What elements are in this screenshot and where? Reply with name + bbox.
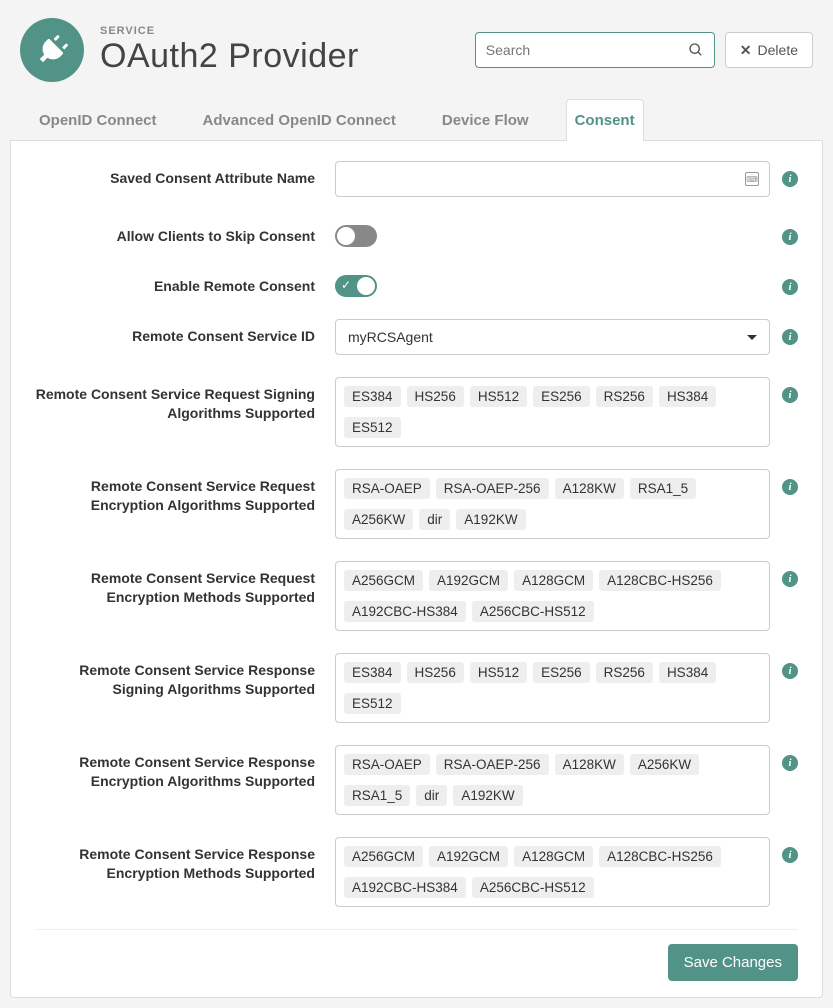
tag[interactable]: A128GCM	[514, 570, 593, 591]
tag[interactable]: A256GCM	[344, 846, 423, 867]
tag[interactable]: A192KW	[453, 785, 522, 806]
service-id-value: myRCSAgent	[348, 329, 433, 345]
tag[interactable]: RSA1_5	[630, 478, 696, 499]
resp-sign-tagbox[interactable]: ES384 HS256 HS512 ES256 RS256 HS384 ES512	[335, 653, 770, 723]
tag[interactable]: A128GCM	[514, 846, 593, 867]
req-sign-tagbox[interactable]: ES384 HS256 HS512 ES256 RS256 HS384 ES512	[335, 377, 770, 447]
tag[interactable]: A128KW	[555, 478, 624, 499]
tag[interactable]: HS512	[470, 386, 527, 407]
req-enc-meth-label: Remote Consent Service Request Encryptio…	[35, 561, 335, 607]
page-title: OAuth2 Provider	[100, 37, 459, 76]
service-id-label: Remote Consent Service ID	[35, 319, 335, 346]
tab-advanced-openid-connect[interactable]: Advanced OpenID Connect	[194, 99, 405, 141]
tab-openid-connect[interactable]: OpenID Connect	[30, 99, 166, 141]
tag[interactable]: A192CBC-HS384	[344, 877, 466, 898]
enable-remote-label: Enable Remote Consent	[35, 269, 335, 296]
close-icon: ✕	[740, 42, 752, 59]
tag[interactable]: dir	[416, 785, 447, 806]
info-icon[interactable]: i	[782, 387, 798, 403]
saved-consent-attr-field[interactable]	[346, 171, 745, 187]
tag[interactable]: dir	[419, 509, 450, 530]
tab-consent[interactable]: Consent	[566, 99, 644, 141]
saved-consent-attr-label: Saved Consent Attribute Name	[35, 161, 335, 188]
tag[interactable]: ES512	[344, 693, 401, 714]
info-icon[interactable]: i	[782, 755, 798, 771]
req-sign-label: Remote Consent Service Request Signing A…	[35, 377, 335, 423]
tag[interactable]: A192KW	[456, 509, 525, 530]
enable-remote-toggle[interactable]: ✓	[335, 275, 377, 297]
tag[interactable]: A256GCM	[344, 570, 423, 591]
search-icon	[688, 42, 704, 58]
info-icon[interactable]: i	[782, 329, 798, 345]
tag[interactable]: A192GCM	[429, 570, 508, 591]
chevron-down-icon	[747, 335, 757, 340]
search-input[interactable]	[475, 32, 715, 68]
consent-panel: Saved Consent Attribute Name ⌨ i Allow C…	[10, 141, 823, 998]
tag[interactable]: ES256	[533, 662, 590, 683]
service-id-select[interactable]: myRCSAgent	[335, 319, 770, 355]
tag[interactable]: ES512	[344, 417, 401, 438]
search-field[interactable]	[486, 42, 688, 58]
tag[interactable]: RSA-OAEP	[344, 478, 430, 499]
resp-enc-meth-tagbox[interactable]: A256GCM A192GCM A128GCM A128CBC-HS256 A192CB…	[335, 837, 770, 907]
info-icon[interactable]: i	[782, 847, 798, 863]
tag[interactable]: A192CBC-HS384	[344, 601, 466, 622]
tag[interactable]: A128CBC-HS256	[599, 846, 721, 867]
info-icon[interactable]: i	[782, 229, 798, 245]
tag[interactable]: HS256	[407, 662, 464, 683]
info-icon[interactable]: i	[782, 663, 798, 679]
tag[interactable]: A128CBC-HS256	[599, 570, 721, 591]
tag[interactable]: A192GCM	[429, 846, 508, 867]
req-enc-alg-tagbox[interactable]: RSA-OAEP RSA-OAEP-256 A128KW RSA1_5 A256KW di…	[335, 469, 770, 539]
page-header: SERVICE OAuth2 Provider ✕ Delete	[10, 10, 823, 98]
tag[interactable]: HS384	[659, 662, 716, 683]
tag[interactable]: RSA-OAEP	[344, 754, 430, 775]
tag[interactable]: A256KW	[344, 509, 413, 530]
delete-label: Delete	[758, 42, 798, 58]
tag[interactable]: ES384	[344, 662, 401, 683]
allow-skip-toggle[interactable]	[335, 225, 377, 247]
saved-consent-attr-input[interactable]: ⌨	[335, 161, 770, 197]
service-label: SERVICE	[100, 25, 459, 37]
info-icon[interactable]: i	[782, 571, 798, 587]
plug-icon	[20, 18, 84, 82]
tag[interactable]: ES384	[344, 386, 401, 407]
resp-sign-label: Remote Consent Service Response Signing …	[35, 653, 335, 699]
tag[interactable]: RS256	[596, 662, 653, 683]
keyboard-icon: ⌨	[745, 172, 759, 186]
tag[interactable]: A128KW	[555, 754, 624, 775]
info-icon[interactable]: i	[782, 479, 798, 495]
tag[interactable]: ES256	[533, 386, 590, 407]
resp-enc-alg-label: Remote Consent Service Response Encrypti…	[35, 745, 335, 791]
info-icon[interactable]: i	[782, 279, 798, 295]
delete-button[interactable]: ✕ Delete	[725, 32, 813, 68]
tag[interactable]: A256KW	[630, 754, 699, 775]
tag[interactable]: HS256	[407, 386, 464, 407]
resp-enc-alg-tagbox[interactable]: RSA-OAEP RSA-OAEP-256 A128KW A256KW RSA1_5 di…	[335, 745, 770, 815]
info-icon[interactable]: i	[782, 171, 798, 187]
req-enc-meth-tagbox[interactable]: A256GCM A192GCM A128GCM A128CBC-HS256 A192CB…	[335, 561, 770, 631]
req-enc-alg-label: Remote Consent Service Request Encryptio…	[35, 469, 335, 515]
tag[interactable]: HS512	[470, 662, 527, 683]
tag[interactable]: A256CBC-HS512	[472, 877, 594, 898]
tag[interactable]: RS256	[596, 386, 653, 407]
save-changes-button[interactable]: Save Changes	[668, 944, 798, 981]
resp-enc-meth-label: Remote Consent Service Response Encrypti…	[35, 837, 335, 883]
tag[interactable]: A256CBC-HS512	[472, 601, 594, 622]
tab-device-flow[interactable]: Device Flow	[433, 99, 538, 141]
allow-skip-label: Allow Clients to Skip Consent	[35, 219, 335, 246]
tag[interactable]: RSA1_5	[344, 785, 410, 806]
tag[interactable]: RSA-OAEP-256	[436, 478, 549, 499]
tag[interactable]: HS384	[659, 386, 716, 407]
tab-bar: OpenID Connect Advanced OpenID Connect D…	[10, 98, 823, 141]
tag[interactable]: RSA-OAEP-256	[436, 754, 549, 775]
